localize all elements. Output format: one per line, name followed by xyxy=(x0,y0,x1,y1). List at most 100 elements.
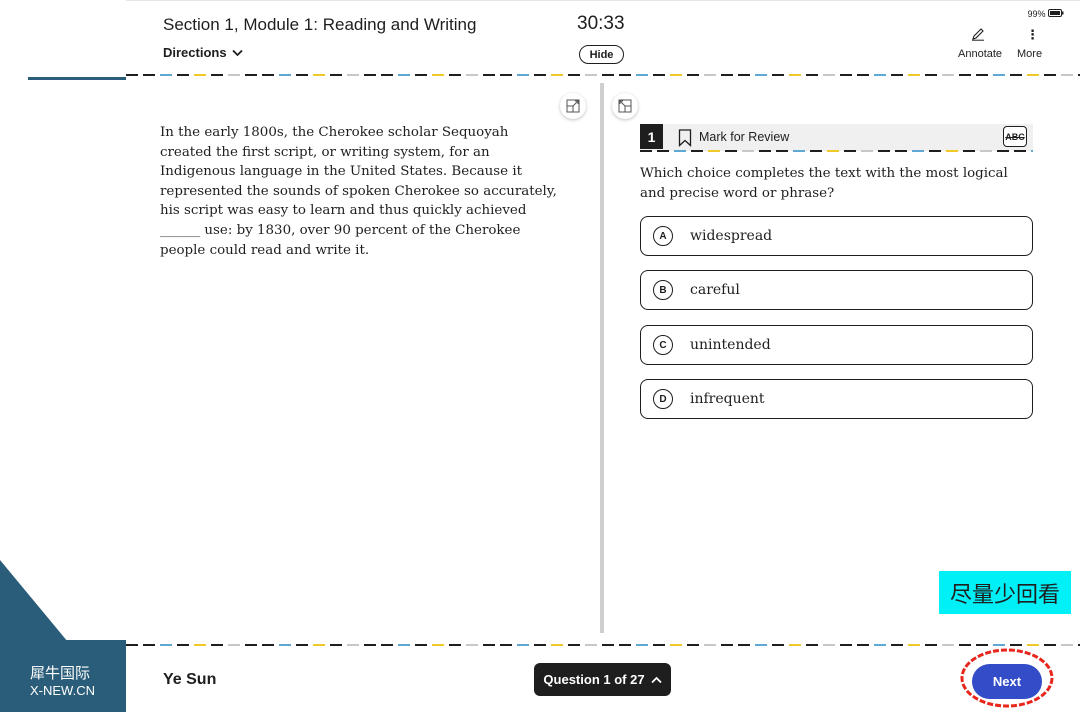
divider-dash xyxy=(840,644,852,646)
divider-dash xyxy=(789,74,801,76)
divider-dash xyxy=(653,644,665,646)
answer-choice-c[interactable]: C unintended xyxy=(640,325,1033,365)
divider-dash xyxy=(551,644,563,646)
divider-dash xyxy=(262,74,274,76)
divider-dash xyxy=(1027,644,1039,646)
divider-dash xyxy=(228,74,240,76)
divider-dash xyxy=(755,644,767,646)
divider-dash xyxy=(160,74,172,76)
divider-dash xyxy=(636,74,648,76)
divider-dash xyxy=(364,74,376,76)
divider-dash xyxy=(772,644,784,646)
divider-dash xyxy=(381,74,393,76)
divider-dash xyxy=(997,150,1009,152)
divider-dash xyxy=(823,644,835,646)
divider-dash xyxy=(568,74,580,76)
divider-dash xyxy=(347,74,359,76)
divider-dash xyxy=(670,74,682,76)
divider-dash xyxy=(194,74,206,76)
question-header-bar: 1 Mark for Review ABC xyxy=(640,124,1033,151)
divider-dash xyxy=(602,644,614,646)
expand-passage-button[interactable] xyxy=(560,93,586,119)
divider-dash xyxy=(925,644,937,646)
choice-letter-a: A xyxy=(653,226,673,246)
divider-dash xyxy=(449,74,461,76)
divider-dash xyxy=(721,74,733,76)
divider-dash xyxy=(517,644,529,646)
divider-dash xyxy=(466,74,478,76)
divider-dash xyxy=(160,644,172,646)
answer-choice-d[interactable]: D infrequent xyxy=(640,379,1033,419)
divider-dash xyxy=(946,150,958,152)
divider-dash xyxy=(874,74,886,76)
divider-dash xyxy=(980,150,992,152)
divider-dash xyxy=(466,644,478,646)
answer-eliminator-button[interactable]: ABC xyxy=(1003,126,1027,147)
exam-window: Section 1, Module 1: Reading and Writing… xyxy=(126,0,1080,712)
divider-dash xyxy=(925,74,937,76)
divider-dash xyxy=(432,74,444,76)
divider-dash xyxy=(840,74,852,76)
divider-dash xyxy=(330,644,342,646)
divider-dash xyxy=(126,644,138,646)
footer-divider xyxy=(126,644,1080,646)
divider-dash xyxy=(772,74,784,76)
divider-dash xyxy=(793,150,805,152)
mark-for-review-label[interactable]: Mark for Review xyxy=(699,130,789,144)
divider-dash xyxy=(517,74,529,76)
divider-dash xyxy=(330,74,342,76)
divider-dash xyxy=(211,644,223,646)
divider-dash xyxy=(143,644,155,646)
divider-dash xyxy=(738,74,750,76)
bookmark-icon[interactable] xyxy=(678,129,692,147)
divider-dash xyxy=(432,644,444,646)
divider-dash xyxy=(534,644,546,646)
battery-status: 99% xyxy=(1027,9,1064,19)
answer-choice-a[interactable]: A widespread xyxy=(640,216,1033,256)
choice-text-d: infrequent xyxy=(690,391,765,407)
divider-dash xyxy=(857,74,869,76)
divider-dash xyxy=(245,74,257,76)
divider-dash xyxy=(653,74,665,76)
hide-timer-button[interactable]: Hide xyxy=(579,45,624,64)
divider-dash xyxy=(194,644,206,646)
divider-dash xyxy=(279,74,291,76)
divider-dash xyxy=(1027,74,1039,76)
divider-dash xyxy=(755,74,767,76)
exam-header: Section 1, Module 1: Reading and Writing… xyxy=(126,1,1080,75)
divider-dash xyxy=(861,150,873,152)
chevron-down-icon xyxy=(231,49,243,56)
divider-dash xyxy=(742,150,754,152)
question-navigator-button[interactable]: Question 1 of 27 xyxy=(534,663,671,696)
question-header-divider xyxy=(640,150,1033,152)
divider-dash xyxy=(721,644,733,646)
divider-dash xyxy=(878,150,890,152)
divider-dash xyxy=(691,150,703,152)
divider-dash xyxy=(891,74,903,76)
divider-dash xyxy=(296,644,308,646)
battery-percent: 99% xyxy=(1027,9,1046,19)
directions-toggle[interactable]: Directions xyxy=(163,45,243,60)
divider-dash xyxy=(959,644,971,646)
divider-dash xyxy=(827,150,839,152)
divider-dash xyxy=(1010,644,1022,646)
more-vertical-icon[interactable]: ⋮ xyxy=(1026,27,1039,43)
divider-dash xyxy=(500,74,512,76)
divider-dash xyxy=(908,74,920,76)
expand-question-button[interactable] xyxy=(612,93,638,119)
divider-dash xyxy=(143,74,155,76)
annotate-label[interactable]: Annotate xyxy=(958,48,1002,60)
divider-dash xyxy=(657,150,669,152)
choice-letter-c: C xyxy=(653,335,673,355)
more-label[interactable]: More xyxy=(1017,48,1042,60)
divider-dash xyxy=(551,74,563,76)
question-pane: 1 Mark for Review ABC Which choice compl… xyxy=(604,77,1080,637)
annotate-pen-icon[interactable] xyxy=(971,27,985,41)
divider-dash xyxy=(279,644,291,646)
divider-dash xyxy=(1044,644,1056,646)
divider-dash xyxy=(211,74,223,76)
answer-choice-b[interactable]: B careful xyxy=(640,270,1033,310)
question-navigator-label: Question 1 of 27 xyxy=(543,672,645,687)
divider-dash xyxy=(1044,74,1056,76)
divider-dash xyxy=(789,644,801,646)
